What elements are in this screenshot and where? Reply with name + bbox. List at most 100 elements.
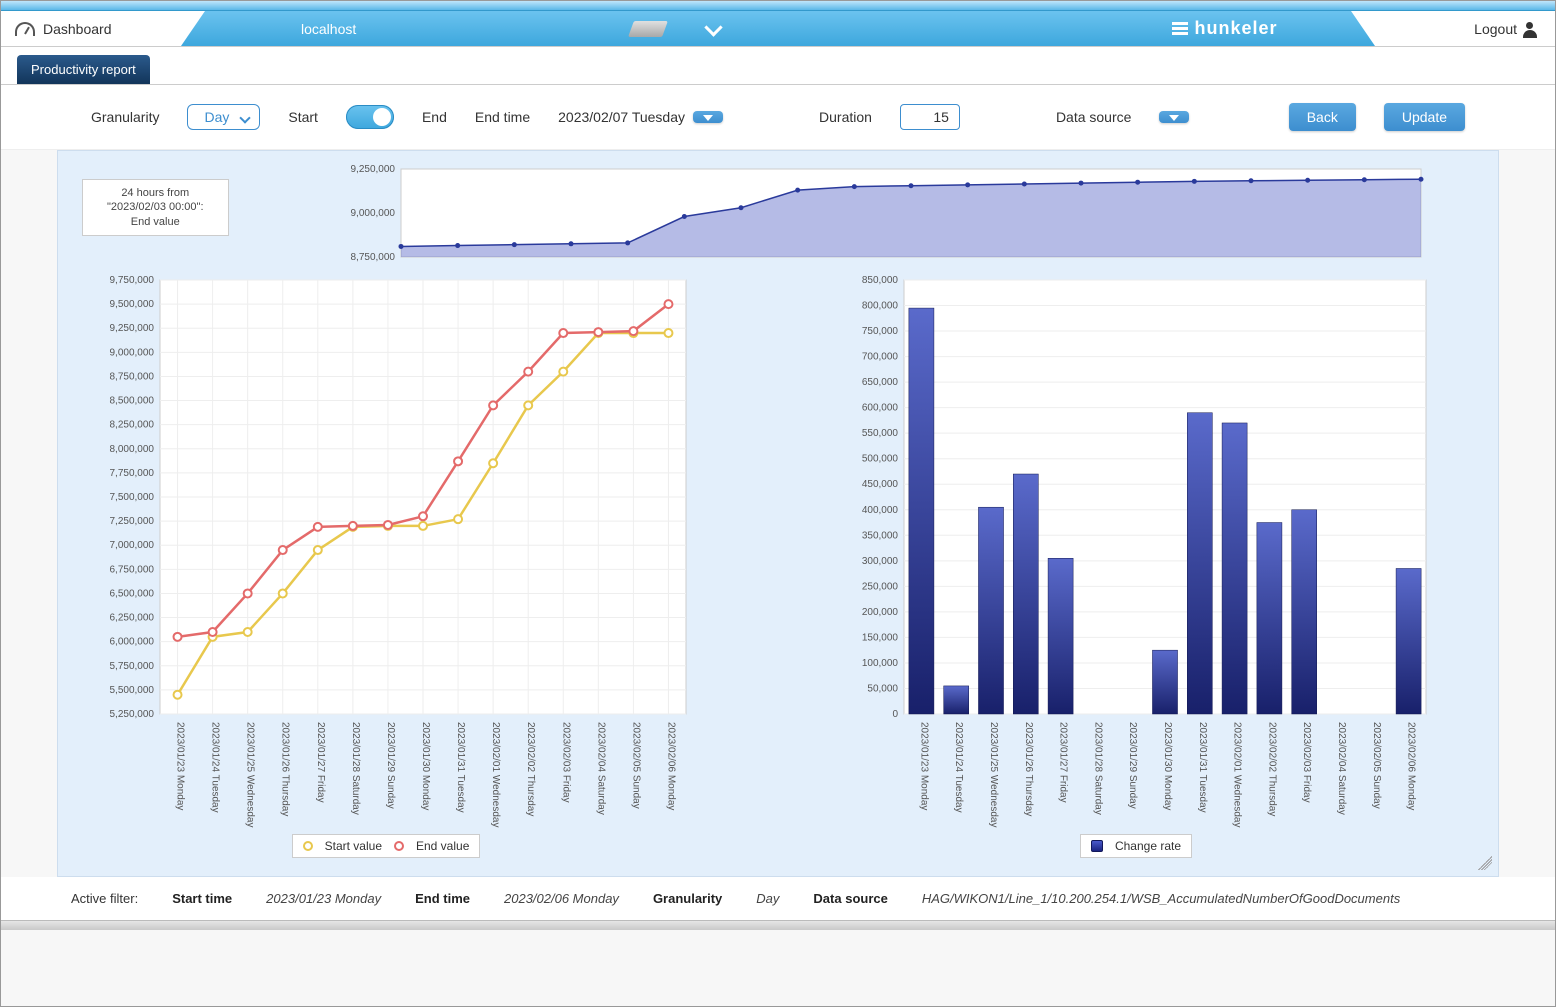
logout-button[interactable]: Logout xyxy=(1474,11,1537,46)
svg-text:8,500,000: 8,500,000 xyxy=(110,396,155,407)
window-bottom-edge xyxy=(1,920,1555,930)
duration-label: Duration xyxy=(819,109,872,125)
legend-swatch-end-icon xyxy=(394,841,404,851)
start-end-toggle[interactable] xyxy=(346,105,394,129)
duration-input[interactable] xyxy=(900,104,960,130)
legend-change-label: Change rate xyxy=(1115,839,1181,853)
svg-text:2023/02/03 Friday: 2023/02/03 Friday xyxy=(560,722,571,803)
note-line1: 24 hours from xyxy=(107,186,204,200)
svg-text:7,500,000: 7,500,000 xyxy=(110,492,155,503)
data-source-dropdown[interactable] xyxy=(1159,111,1189,123)
filter-bar: Granularity Day Start End End time 2023/… xyxy=(1,85,1555,150)
svg-text:2023/02/01 Wednesday: 2023/02/01 Wednesday xyxy=(490,722,501,827)
svg-text:8,750,000: 8,750,000 xyxy=(351,252,396,263)
tab-row: Productivity report xyxy=(1,47,1555,85)
start-end-line-chart[interactable]: 5,250,0005,500,0005,750,0006,000,0006,25… xyxy=(76,274,696,834)
svg-text:200,000: 200,000 xyxy=(862,607,899,618)
foot-end-time-key: End time xyxy=(415,891,470,906)
resize-grip-icon[interactable] xyxy=(1478,856,1492,870)
svg-text:7,000,000: 7,000,000 xyxy=(110,540,155,551)
foot-data-source-key: Data source xyxy=(813,891,887,906)
svg-text:0: 0 xyxy=(892,709,898,720)
svg-text:2023/01/28 Saturday: 2023/01/28 Saturday xyxy=(1092,722,1103,815)
svg-text:650,000: 650,000 xyxy=(862,377,899,388)
svg-text:400,000: 400,000 xyxy=(862,505,899,516)
svg-text:350,000: 350,000 xyxy=(862,530,899,541)
foot-start-time-val: 2023/01/23 Monday xyxy=(266,891,381,906)
breadcrumb-dashboard[interactable]: Dashboard xyxy=(43,21,112,37)
svg-text:150,000: 150,000 xyxy=(862,632,899,643)
svg-text:2023/01/24 Tuesday: 2023/01/24 Tuesday xyxy=(953,722,964,813)
status-slash-icon[interactable] xyxy=(628,21,668,37)
data-source-label: Data source xyxy=(1056,109,1131,125)
legend-swatch-start-icon xyxy=(303,841,313,851)
svg-text:2023/01/25 Wednesday: 2023/01/25 Wednesday xyxy=(988,722,999,827)
update-button[interactable]: Update xyxy=(1384,103,1465,131)
end-time-label: End time xyxy=(475,109,530,125)
svg-text:2023/01/31 Tuesday: 2023/01/31 Tuesday xyxy=(455,722,466,813)
note-line3: End value xyxy=(107,215,204,229)
svg-text:500,000: 500,000 xyxy=(862,454,899,465)
svg-text:2023/02/05 Sunday: 2023/02/05 Sunday xyxy=(630,722,641,809)
svg-text:6,750,000: 6,750,000 xyxy=(110,564,155,575)
svg-text:550,000: 550,000 xyxy=(862,428,899,439)
legend-end-label: End value xyxy=(416,839,469,853)
hover-note: 24 hours from "2023/02/03 00:00": End va… xyxy=(82,179,229,236)
line-legend: Start value End value xyxy=(292,834,481,858)
svg-text:2023/01/23 Monday: 2023/01/23 Monday xyxy=(918,722,929,810)
brand-logo: hunkeler xyxy=(1172,18,1277,39)
header-center-strip: localhost xyxy=(181,11,1175,46)
svg-text:2023/01/25 Wednesday: 2023/01/25 Wednesday xyxy=(245,722,256,827)
svg-text:9,250,000: 9,250,000 xyxy=(110,323,155,334)
legend-start-label: Start value xyxy=(325,839,382,853)
bar-legend: Change rate xyxy=(1080,834,1192,858)
end-time-dropdown[interactable] xyxy=(693,111,723,123)
svg-text:600,000: 600,000 xyxy=(862,403,899,414)
svg-text:9,000,000: 9,000,000 xyxy=(110,347,155,358)
window-top-gradient xyxy=(1,1,1555,11)
foot-granularity-key: Granularity xyxy=(653,891,722,906)
foot-granularity-val: Day xyxy=(756,891,779,906)
svg-text:2023/01/30 Monday: 2023/01/30 Monday xyxy=(420,722,431,810)
start-label: Start xyxy=(288,109,318,125)
svg-text:8,750,000: 8,750,000 xyxy=(110,371,155,382)
active-filter-bar: Active filter: Start time 2023/01/23 Mon… xyxy=(1,877,1555,920)
svg-text:9,750,000: 9,750,000 xyxy=(110,275,155,286)
end-time-value: 2023/02/07 Tuesday xyxy=(558,109,685,125)
svg-text:2023/02/01 Wednesday: 2023/02/01 Wednesday xyxy=(1232,722,1243,827)
svg-text:2023/01/29 Sunday: 2023/01/29 Sunday xyxy=(385,722,396,809)
svg-text:700,000: 700,000 xyxy=(862,352,899,363)
brand-strip: hunkeler xyxy=(1075,11,1375,46)
granularity-select[interactable]: Day xyxy=(187,104,260,130)
svg-text:2023/01/26 Thursday: 2023/01/26 Thursday xyxy=(1023,722,1034,816)
chevron-down-icon[interactable] xyxy=(705,19,725,39)
tab-productivity-report[interactable]: Productivity report xyxy=(17,55,150,84)
granularity-label: Granularity xyxy=(91,109,159,125)
svg-text:750,000: 750,000 xyxy=(862,326,899,337)
change-rate-bar-chart[interactable]: 050,000100,000150,000200,000250,000300,0… xyxy=(836,274,1436,834)
svg-text:6,500,000: 6,500,000 xyxy=(110,588,155,599)
svg-text:2023/01/29 Sunday: 2023/01/29 Sunday xyxy=(1127,722,1138,809)
foot-data-source-val: HAG/WIKON1/Line_1/10.200.254.1/WSB_Accum… xyxy=(922,891,1400,906)
svg-text:7,750,000: 7,750,000 xyxy=(110,468,155,479)
foot-end-time-val: 2023/02/06 Monday xyxy=(504,891,619,906)
header-bar: Dashboard localhost hunkeler Logout xyxy=(1,11,1555,47)
svg-text:2023/01/24 Tuesday: 2023/01/24 Tuesday xyxy=(210,722,221,813)
svg-text:8,250,000: 8,250,000 xyxy=(110,420,155,431)
svg-text:2023/01/23 Monday: 2023/01/23 Monday xyxy=(175,722,186,810)
svg-text:800,000: 800,000 xyxy=(862,301,899,312)
svg-text:2023/02/04 Saturday: 2023/02/04 Saturday xyxy=(1336,722,1347,815)
back-button[interactable]: Back xyxy=(1289,103,1356,131)
svg-text:6,000,000: 6,000,000 xyxy=(110,637,155,648)
dashboard-icon xyxy=(15,22,35,36)
svg-text:2023/01/28 Saturday: 2023/01/28 Saturday xyxy=(350,722,361,815)
svg-text:2023/02/06 Monday: 2023/02/06 Monday xyxy=(665,722,676,810)
logout-label: Logout xyxy=(1474,21,1517,37)
active-filter-label: Active filter: xyxy=(71,891,138,906)
brand-name: hunkeler xyxy=(1194,18,1277,39)
svg-text:2023/02/03 Friday: 2023/02/03 Friday xyxy=(1301,722,1312,803)
overview-chart[interactable]: 8,750,0009,000,0009,250,000 xyxy=(331,163,1431,263)
foot-start-time-key: Start time xyxy=(172,891,232,906)
svg-text:450,000: 450,000 xyxy=(862,479,899,490)
svg-text:2023/02/04 Saturday: 2023/02/04 Saturday xyxy=(595,722,606,815)
